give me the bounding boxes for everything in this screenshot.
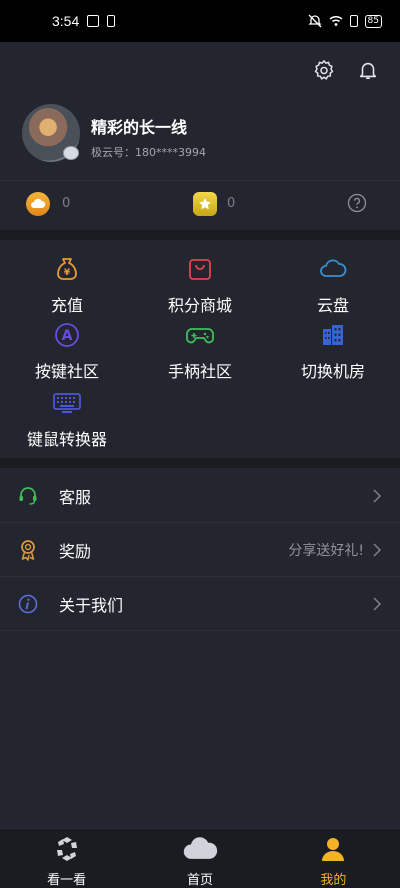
cloud-coin-icon[interactable]: [26, 192, 50, 216]
award-medal-icon: [21, 540, 35, 561]
info-icon: [18, 594, 38, 614]
menu-item-rewards[interactable]: 奖励 分享送好礼!: [0, 523, 400, 577]
points-mall-button[interactable]: 积分商城: [140, 254, 260, 316]
discover-icon: [56, 837, 77, 861]
keyboard-mouse-converter-button[interactable]: 键鼠转换器: [7, 388, 127, 450]
svg-text:A: A: [62, 328, 73, 344]
building-icon: [323, 325, 343, 345]
star-points-icon[interactable]: [193, 192, 217, 216]
points-mall-label: 积分商城: [167, 296, 232, 315]
tab-discover-label: 看一看: [47, 873, 87, 888]
alert-icon: [349, 15, 358, 27]
divider: [0, 630, 400, 631]
keyboard-mouse-converter-label: 键鼠转换器: [26, 430, 107, 449]
cloud-home-icon: [183, 837, 218, 859]
switch-server-label: 切换机房: [300, 362, 365, 381]
key-a-icon: A: [55, 323, 79, 347]
gamepad-icon: [186, 328, 214, 344]
shopping-bag-icon: [189, 259, 211, 280]
tab-home[interactable]: 首页: [133, 829, 266, 888]
bottom-tab-bar: 看一看 首页 我的: [0, 828, 400, 888]
bell-icon: [359, 62, 377, 80]
rewards-promo-text: 分享送好礼!: [288, 543, 364, 559]
section-separator: [0, 230, 400, 240]
notifications-button[interactable]: [356, 58, 380, 82]
diamond-badge-icon: [63, 146, 79, 160]
gear-icon: [314, 60, 334, 80]
customer-service-label: 客服: [59, 488, 92, 507]
divider: [0, 180, 400, 181]
cloud-disk-button[interactable]: 云盘: [273, 254, 393, 316]
wallet-row: 0 0: [0, 190, 400, 220]
account-id: 极云号：180****3994: [91, 146, 206, 159]
help-icon[interactable]: [347, 193, 367, 213]
switch-server-button[interactable]: 切换机房: [273, 320, 393, 382]
rewards-label: 奖励: [59, 542, 92, 561]
status-bar: 3:54 85: [0, 0, 400, 42]
profile-card[interactable]: 精彩的长一线 极云号：180****3994: [22, 104, 382, 164]
message-notification-icon: [87, 15, 100, 27]
user-icon: [322, 838, 345, 861]
tab-home-label: 首页: [186, 873, 213, 888]
tab-mine-label: 我的: [320, 873, 347, 888]
menu-item-customer-service[interactable]: 客服: [0, 469, 400, 523]
status-time: 3:54: [52, 13, 80, 29]
chevron-right-icon: [373, 543, 382, 557]
menu-item-about-us[interactable]: 关于我们: [0, 577, 400, 631]
username: 精彩的长一线: [91, 118, 188, 137]
star-balance: 0: [227, 196, 236, 211]
keyboard-icon: [53, 393, 81, 413]
tab-discover[interactable]: 看一看: [0, 829, 133, 888]
recharge-label: 充值: [50, 296, 83, 315]
cloud-disk-label: 云盘: [316, 296, 349, 315]
gamepad-community-label: 手柄社区: [167, 362, 232, 381]
chevron-right-icon: [373, 597, 382, 611]
coin-balance: 0: [62, 196, 71, 211]
money-bag-icon: ¥: [57, 258, 77, 280]
keymap-community-label: 按键社区: [34, 362, 99, 381]
gamepad-community-button[interactable]: 手柄社区: [140, 320, 260, 382]
recharge-button[interactable]: ¥ 充值: [7, 254, 127, 316]
alert-notification-icon: [107, 15, 116, 27]
headset-icon: [19, 487, 37, 505]
keymap-community-button[interactable]: A 按键社区: [7, 320, 127, 382]
section-separator: [0, 458, 400, 468]
mute-icon: [307, 14, 322, 28]
chevron-right-icon: [373, 489, 382, 503]
cloud-icon: [320, 259, 347, 277]
about-us-label: 关于我们: [59, 596, 124, 615]
wifi-icon: [329, 15, 343, 26]
header-actions: [312, 58, 380, 82]
battery-indicator: 85: [364, 14, 382, 28]
svg-text:¥: ¥: [64, 268, 71, 278]
tab-mine[interactable]: 我的: [267, 829, 400, 888]
settings-button[interactable]: [312, 58, 336, 82]
